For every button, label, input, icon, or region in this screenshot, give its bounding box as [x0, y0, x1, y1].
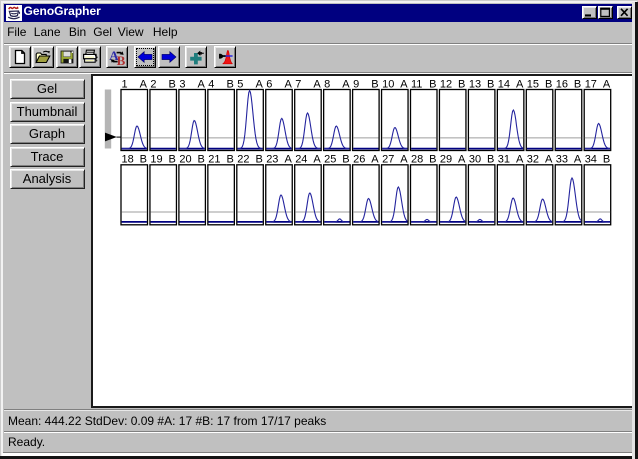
svg-text:A: A — [284, 154, 292, 166]
svg-text:A: A — [516, 79, 524, 91]
svg-text:B: B — [603, 154, 610, 166]
svg-text:A: A — [313, 79, 321, 91]
svg-text:3: 3 — [179, 79, 185, 91]
svg-text:16: 16 — [556, 79, 568, 91]
svg-text:B: B — [487, 79, 494, 91]
svg-text:B: B — [458, 79, 465, 91]
svg-text:A: A — [516, 154, 524, 166]
svg-text:B: B — [574, 79, 581, 91]
svg-text:B: B — [116, 53, 124, 65]
svg-text:19: 19 — [150, 154, 162, 166]
svg-text:A: A — [603, 79, 611, 91]
svg-text:B: B — [255, 154, 262, 166]
svg-text:27: 27 — [382, 154, 394, 166]
svg-text:33: 33 — [556, 154, 568, 166]
svg-text:A: A — [574, 154, 582, 166]
svg-text:B: B — [198, 154, 205, 166]
svg-text:A: A — [458, 154, 466, 166]
svg-text:31: 31 — [498, 154, 510, 166]
svg-text:28: 28 — [411, 154, 423, 166]
svg-text:7: 7 — [295, 79, 301, 91]
svg-text:22: 22 — [237, 154, 249, 166]
svg-text:B: B — [545, 79, 552, 91]
svg-text:B: B — [487, 154, 494, 166]
svg-text:11: 11 — [411, 79, 422, 91]
svg-text:B: B — [169, 79, 176, 91]
svg-text:24: 24 — [295, 154, 307, 166]
svg-text:10: 10 — [382, 79, 394, 91]
svg-text:A: A — [140, 79, 148, 91]
svg-text:4: 4 — [208, 79, 214, 91]
svg-text:A: A — [400, 154, 408, 166]
svg-text:B: B — [371, 79, 378, 91]
svg-text:A: A — [313, 154, 321, 166]
svg-text:26: 26 — [353, 154, 365, 166]
svg-text:B: B — [429, 154, 436, 166]
svg-text:2: 2 — [150, 79, 156, 91]
svg-text:5: 5 — [237, 79, 243, 91]
svg-text:A: A — [342, 79, 350, 91]
svg-text:14: 14 — [498, 79, 510, 91]
svg-text:32: 32 — [527, 154, 539, 166]
svg-text:18: 18 — [122, 154, 134, 166]
svg-text:23: 23 — [266, 154, 278, 166]
svg-text:12: 12 — [440, 79, 452, 91]
svg-text:A: A — [198, 79, 206, 91]
svg-text:B: B — [169, 154, 176, 166]
svg-text:B: B — [342, 154, 349, 166]
svg-text:6: 6 — [266, 79, 272, 91]
svg-text:30: 30 — [469, 154, 481, 166]
svg-text:A: A — [284, 79, 292, 91]
svg-text:A: A — [545, 154, 553, 166]
svg-text:15: 15 — [527, 79, 539, 91]
svg-text:A: A — [400, 79, 408, 91]
svg-text:13: 13 — [469, 79, 481, 91]
svg-text:25: 25 — [324, 154, 336, 166]
svg-text:21: 21 — [208, 154, 220, 166]
svg-text:B: B — [226, 79, 233, 91]
svg-text:34: 34 — [585, 154, 597, 166]
svg-text:A: A — [371, 154, 379, 166]
svg-text:29: 29 — [440, 154, 452, 166]
svg-text:20: 20 — [179, 154, 191, 166]
svg-text:A: A — [255, 79, 263, 91]
svg-text:17: 17 — [585, 79, 597, 91]
svg-text:8: 8 — [324, 79, 330, 91]
svg-text:B: B — [226, 154, 233, 166]
svg-text:9: 9 — [353, 79, 359, 91]
svg-text:1: 1 — [122, 79, 128, 91]
svg-text:B: B — [429, 79, 436, 91]
svg-text:B: B — [140, 154, 147, 166]
